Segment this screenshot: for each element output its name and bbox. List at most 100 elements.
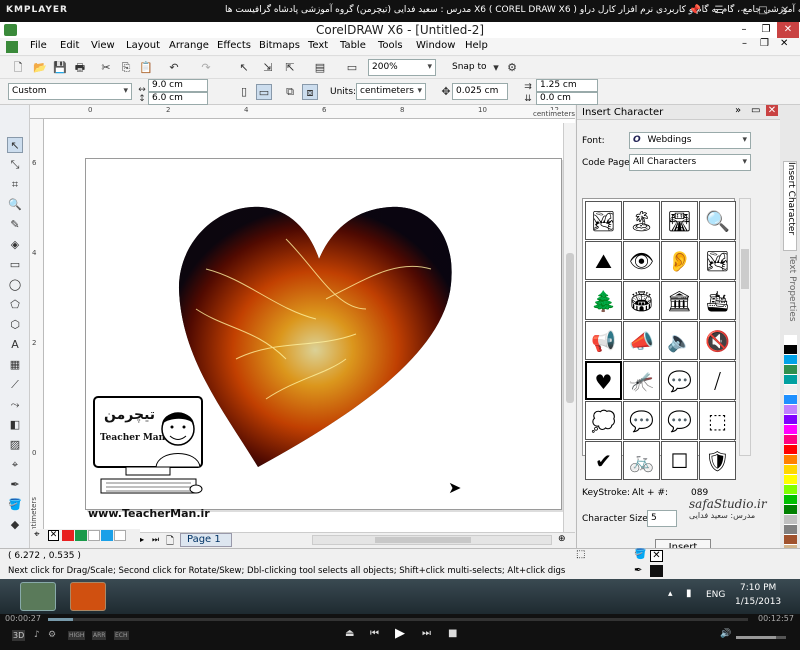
palette-swatch[interactable] [784, 435, 797, 445]
glyph-cell[interactable]: 🛣 [661, 201, 698, 240]
no-color-swatch[interactable]: ✕ [48, 530, 59, 541]
palette-swatch[interactable] [784, 385, 797, 395]
menu-effects[interactable]: Effects [217, 40, 251, 51]
outline-color-swatch[interactable] [650, 565, 663, 577]
language-indicator[interactable]: ENG [706, 590, 725, 600]
docker-close-icon[interactable]: ✕ [766, 105, 778, 116]
swatch-green[interactable] [75, 530, 87, 541]
options-icon[interactable]: ⚙ [504, 60, 520, 76]
palette-swatch[interactable] [784, 425, 797, 435]
glyph-cell[interactable]: 🏛 [661, 281, 698, 320]
open-icon[interactable]: 📂 [32, 60, 48, 76]
palette-swatch[interactable] [784, 345, 797, 355]
dimension-tool-icon[interactable]: ⟋ [7, 377, 23, 393]
taskbar-corel-icon[interactable] [20, 582, 56, 611]
app-minimize-icon[interactable]: – [733, 22, 755, 38]
menubar-minimize-icon[interactable]: – [742, 38, 747, 49]
palette-swatch[interactable] [784, 525, 797, 535]
glyph-cell[interactable]: 🛡 [699, 441, 736, 480]
freehand-tool-icon[interactable]: ✎ [7, 217, 23, 233]
search-content-icon[interactable]: ↖ [236, 60, 252, 76]
tab-insert-character[interactable]: Insert Character [783, 161, 797, 251]
menu-file[interactable]: File [30, 40, 47, 51]
document-color-icon[interactable]: ⬚ [576, 549, 585, 560]
swatch-red[interactable] [62, 530, 74, 541]
blend-tool-icon[interactable]: ◧ [7, 417, 23, 433]
fill-none-swatch[interactable]: ✕ [650, 550, 663, 562]
import-icon[interactable]: ⇲ [260, 60, 276, 76]
volume-icon[interactable]: 🔊 [720, 629, 731, 639]
taskbar-kmplayer-icon[interactable] [70, 582, 106, 611]
palette-swatch[interactable] [784, 505, 797, 515]
close-icon[interactable]: ✕ [778, 4, 792, 18]
tray-network-icon[interactable]: ▮ [686, 588, 692, 599]
interactive-fill-icon[interactable]: ◆ [7, 517, 23, 533]
eyedropper-icon[interactable]: ⌖ [34, 529, 40, 540]
palette-swatch[interactable] [784, 445, 797, 455]
clock-time[interactable]: 7:10 PM [740, 583, 776, 593]
palette-swatch[interactable] [784, 365, 797, 375]
previous-icon[interactable]: ⏮ [370, 628, 379, 639]
palette-swatch[interactable] [784, 335, 797, 345]
portrait-icon[interactable]: ▯ [236, 84, 252, 100]
app-close-icon[interactable]: ✕ [777, 22, 799, 38]
menu-tools[interactable]: Tools [378, 40, 403, 51]
glyph-cell[interactable]: 🏝 [623, 201, 660, 240]
glyph-cell[interactable]: 🚲 [623, 441, 660, 480]
rectangle-tool-icon[interactable]: ▭ [7, 257, 23, 273]
glyph-scroll-thumb[interactable] [741, 249, 749, 289]
glyph-cell[interactable]: 📣 [623, 321, 660, 360]
volume-slider[interactable] [736, 636, 786, 639]
page-height-field[interactable]: 6.0 cm [148, 92, 208, 105]
eject-icon[interactable]: ⏏ [345, 628, 354, 639]
menu-arrange[interactable]: Arrange [169, 40, 209, 51]
duplicate-x-field[interactable]: 1.25 cm [536, 79, 598, 92]
duplicate-y-field[interactable]: 0.0 cm [536, 92, 598, 105]
glyph-cell[interactable]: 🔇 [699, 321, 736, 360]
maximize-icon[interactable]: □ [756, 4, 770, 18]
menu-table[interactable]: Table [340, 40, 366, 51]
glyph-cell[interactable]: 💬 [623, 401, 660, 440]
char-size-field[interactable]: 5 [647, 510, 677, 527]
menu-bitmaps[interactable]: Bitmaps [259, 40, 300, 51]
polygon-tool-icon[interactable]: ⬠ [7, 297, 23, 313]
glyph-cell[interactable]: 📢 [585, 321, 622, 360]
outline-pen-icon[interactable]: ✒ [7, 477, 23, 493]
snap-to-menu[interactable]: Snap to [452, 62, 487, 72]
text-tool-icon[interactable]: A [7, 337, 23, 353]
glyph-cell[interactable]: 🦟 [623, 361, 660, 400]
font-select[interactable]: O Webdings [629, 132, 751, 149]
copy-icon[interactable]: ⎘ [118, 60, 134, 76]
clock-date[interactable]: 1/15/2013 [735, 597, 781, 607]
glyph-cell[interactable]: ✔ [585, 441, 622, 480]
menu-icon[interactable]: ☰ [712, 4, 726, 18]
publish-pdf-icon[interactable]: ▤ [312, 60, 328, 76]
palette-swatch[interactable] [784, 395, 797, 405]
glyph-cell[interactable]: ⛰ [585, 241, 622, 280]
swatch-empty[interactable] [114, 530, 126, 541]
glyph-cell[interactable]: ♥ [585, 361, 622, 400]
nudge-field[interactable]: 0.025 cm [452, 83, 508, 100]
cut-icon[interactable]: ✂ [98, 60, 114, 76]
undo-icon[interactable]: ↶ [166, 60, 182, 76]
palette-swatch[interactable] [784, 515, 797, 525]
horizontal-scrollbar[interactable] [312, 535, 552, 545]
glyph-cell[interactable]: 🏟 [623, 281, 660, 320]
stop-icon[interactable]: ■ [448, 628, 457, 639]
palette-swatch[interactable] [784, 475, 797, 485]
landscape-icon[interactable]: ▭ [256, 84, 272, 100]
basic-shapes-icon[interactable]: ⬡ [7, 317, 23, 333]
page-size-select[interactable]: Custom [8, 83, 132, 100]
zoom-level-select[interactable]: 200% [368, 59, 436, 76]
ech-button[interactable]: ECH [114, 631, 129, 640]
glyph-scrollbar[interactable] [739, 198, 751, 456]
navigator-icon[interactable]: ⊕ [558, 534, 566, 544]
palette-swatch[interactable] [784, 485, 797, 495]
vertical-scroll-thumb[interactable] [566, 253, 574, 403]
palette-swatch[interactable] [784, 455, 797, 465]
palette-swatch[interactable] [784, 375, 797, 385]
save-icon[interactable]: 💾 [52, 60, 68, 76]
units-select[interactable]: centimeters [356, 83, 426, 100]
glyph-cell[interactable]: 🔍 [699, 201, 736, 240]
glyph-cell[interactable]: 💬 [661, 401, 698, 440]
